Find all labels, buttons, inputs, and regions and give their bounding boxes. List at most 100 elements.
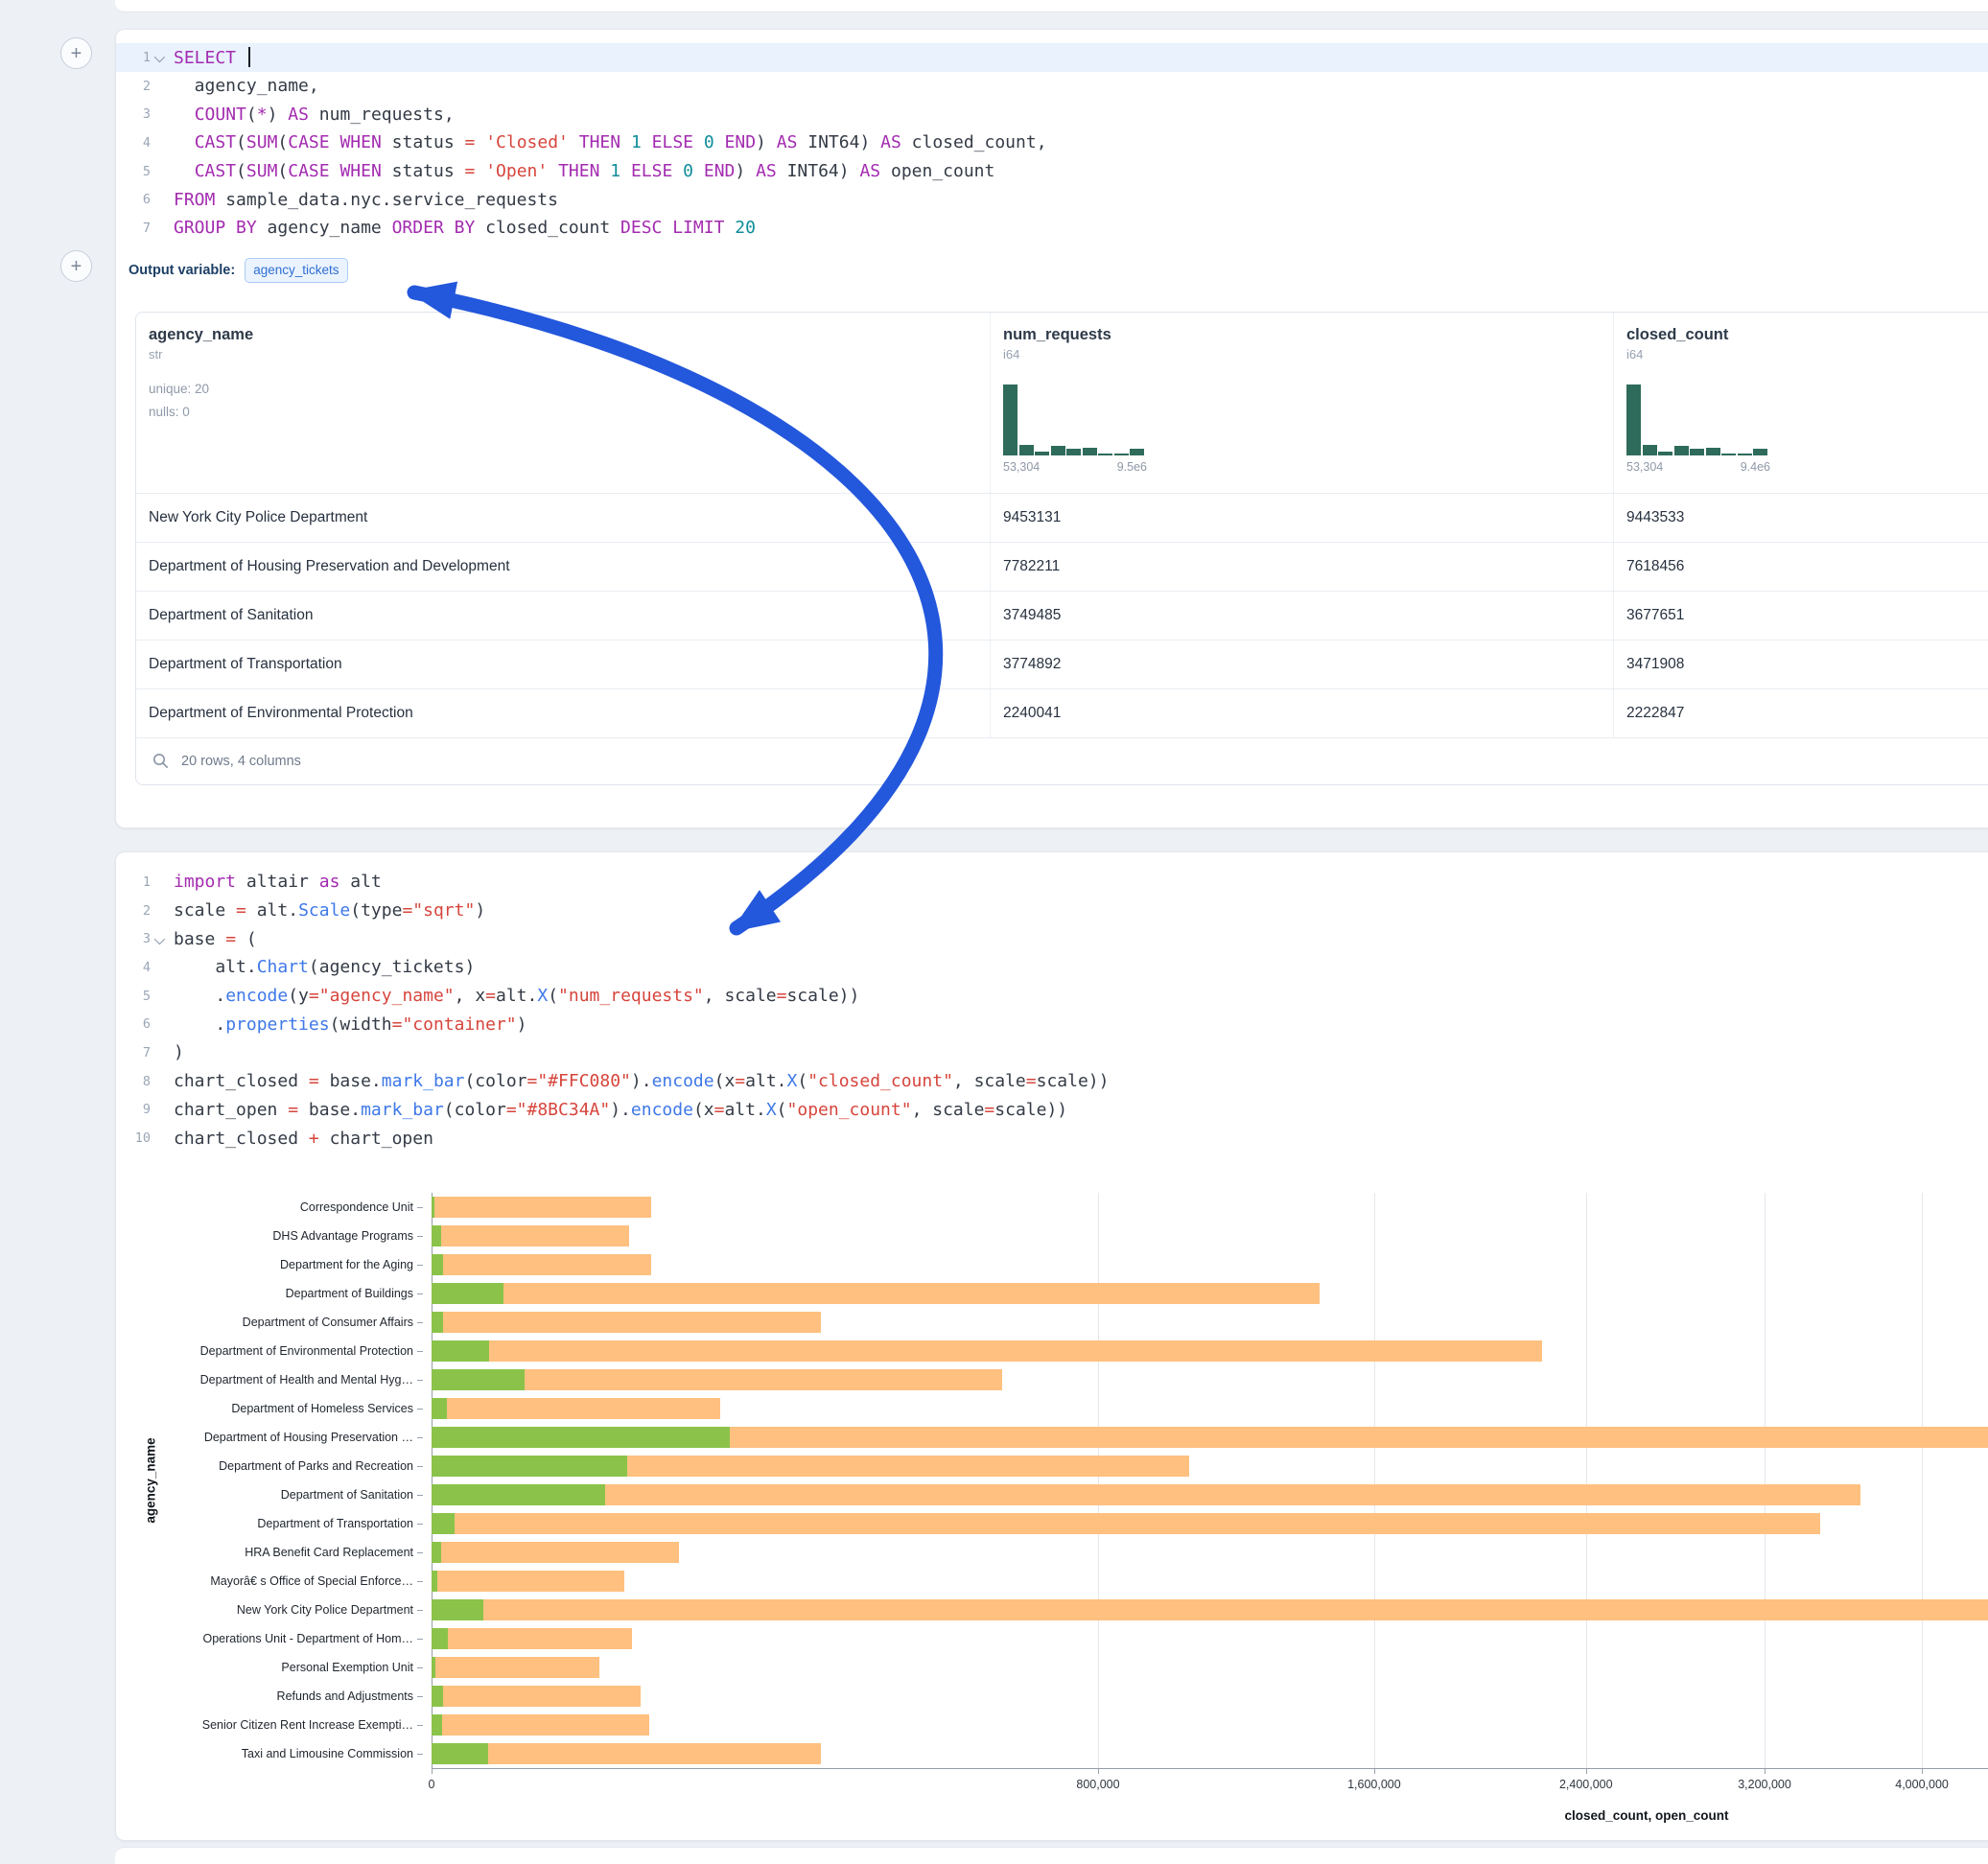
open-bar bbox=[432, 1427, 730, 1448]
output-variable-chip[interactable]: agency_tickets bbox=[245, 258, 347, 283]
notebook-page: + + 1SELECT 2 agency_name,3 COUNT(*) AS … bbox=[0, 0, 1988, 1864]
chart-row: Taxi and Limousine Commission bbox=[116, 1739, 1988, 1768]
line-number: 6 bbox=[116, 192, 151, 207]
add-cell-button[interactable]: + bbox=[60, 250, 92, 282]
code-text: ) bbox=[166, 1042, 184, 1062]
closed-bar bbox=[432, 1340, 1542, 1362]
code-line[interactable]: 4 alt.Chart(agency_tickets) bbox=[116, 953, 1988, 982]
code-line[interactable]: 6 .properties(width="container") bbox=[116, 1010, 1988, 1038]
code-line[interactable]: 7GROUP BY agency_name ORDER BY closed_co… bbox=[116, 214, 1988, 243]
column-type: i64 bbox=[1626, 347, 1988, 361]
line-number: 7 bbox=[116, 221, 151, 236]
table-cell: New York City Police Department bbox=[136, 494, 990, 542]
column-name: closed_count bbox=[1626, 326, 1988, 344]
python-code-editor[interactable]: 1import altair as alt2scale = alt.Scale(… bbox=[116, 852, 1988, 1153]
fold-chevron-icon[interactable] bbox=[151, 929, 166, 949]
y-axis-tick bbox=[417, 1265, 423, 1266]
sql-code-editor[interactable]: 1SELECT 2 agency_name,3 COUNT(*) AS num_… bbox=[116, 30, 1988, 243]
open-bar bbox=[432, 1657, 435, 1678]
y-axis-label: Senior Citizen Rent Increase Exempti… bbox=[116, 1718, 413, 1732]
code-line[interactable]: 5 .encode(y="agency_name", x=alt.X("num_… bbox=[116, 982, 1988, 1011]
x-axis-tick-label: 1,600,000 bbox=[1347, 1778, 1401, 1791]
code-line[interactable]: 2 agency_name, bbox=[116, 72, 1988, 101]
open-bar bbox=[432, 1599, 483, 1620]
y-axis-tick bbox=[417, 1322, 423, 1323]
chart-row: Department of Buildings bbox=[116, 1279, 1988, 1308]
y-axis-label: Department of Health and Mental Hyg… bbox=[116, 1373, 413, 1386]
y-axis-label: Personal Exemption Unit bbox=[116, 1661, 413, 1674]
y-axis-tick bbox=[417, 1610, 423, 1611]
line-number: 9 bbox=[116, 1102, 151, 1117]
code-line[interactable]: 3base = ( bbox=[116, 924, 1988, 953]
table-cell: 3749485 bbox=[990, 592, 1613, 640]
code-text: SELECT bbox=[166, 47, 250, 68]
y-axis-tick bbox=[417, 1351, 423, 1352]
y-axis-label: New York City Police Department bbox=[116, 1603, 413, 1617]
table-cell: 3677651 bbox=[1613, 592, 1988, 640]
y-axis-label: Department of Homeless Services bbox=[116, 1402, 413, 1415]
table-row[interactable]: Department of Environmental Protection 22… bbox=[136, 688, 1988, 737]
code-line[interactable]: 3 COUNT(*) AS num_requests, bbox=[116, 100, 1988, 128]
code-line[interactable]: 7) bbox=[116, 1038, 1988, 1067]
y-axis-label: Department of Housing Preservation … bbox=[116, 1431, 413, 1444]
y-axis-label: Department of Consumer Affairs bbox=[116, 1316, 413, 1329]
line-number: 6 bbox=[116, 1016, 151, 1032]
code-line[interactable]: 6FROM sample_data.nyc.service_requests bbox=[116, 185, 1988, 214]
code-line[interactable]: 9chart_open = base.mark_bar(color="#8BC3… bbox=[116, 1096, 1988, 1125]
code-line[interactable]: 4 CAST(SUM(CASE WHEN status = 'Closed' T… bbox=[116, 128, 1988, 157]
search-icon[interactable] bbox=[152, 753, 169, 769]
histogram-range: 53,3049.5e6 bbox=[1003, 460, 1147, 474]
code-line[interactable]: 10chart_closed + chart_open bbox=[116, 1124, 1988, 1153]
column-type: i64 bbox=[1003, 347, 1613, 361]
y-axis-tick bbox=[417, 1524, 423, 1525]
fold-chevron-icon[interactable] bbox=[151, 47, 166, 67]
table-header: agency_namestrunique: 20nulls: 0num_requ… bbox=[136, 313, 1988, 493]
code-line[interactable]: 1SELECT bbox=[116, 43, 1988, 72]
histogram-range: 53,3049.4e6 bbox=[1626, 460, 1770, 474]
open-bar bbox=[432, 1340, 489, 1362]
python-cell: 1import altair as alt2scale = alt.Scale(… bbox=[115, 851, 1988, 1841]
chart-row: Department of Environmental Protection bbox=[116, 1337, 1988, 1365]
table-cell: 2222847 bbox=[1613, 689, 1988, 737]
closed-bar bbox=[432, 1542, 679, 1563]
closed-bar bbox=[432, 1254, 651, 1275]
code-line[interactable]: 8chart_closed = base.mark_bar(color="#FF… bbox=[116, 1067, 1988, 1096]
closed-bar bbox=[432, 1714, 649, 1736]
y-axis-tick bbox=[417, 1495, 423, 1496]
column-header[interactable]: closed_count i64 53,3049.4e6 bbox=[1613, 313, 1988, 493]
table-row[interactable]: New York City Police Department945313194… bbox=[136, 493, 1988, 542]
open-bar bbox=[432, 1513, 455, 1534]
closed-bar bbox=[432, 1599, 1988, 1620]
next-cell-edge bbox=[115, 1847, 1988, 1864]
y-axis-tick bbox=[417, 1639, 423, 1640]
code-line[interactable]: 2scale = alt.Scale(type="sqrt") bbox=[116, 897, 1988, 925]
code-line[interactable]: 1import altair as alt bbox=[116, 868, 1988, 897]
line-number: 7 bbox=[116, 1045, 151, 1060]
open-bar bbox=[432, 1312, 443, 1333]
chart-row: Correspondence Unit bbox=[116, 1193, 1988, 1222]
y-axis-tick bbox=[417, 1667, 423, 1668]
table-row[interactable]: Department of Transportation377489234719… bbox=[136, 640, 1988, 688]
y-axis-label: Department of Sanitation bbox=[116, 1488, 413, 1502]
table-cell: Department of Environmental Protection bbox=[136, 689, 990, 737]
code-line[interactable]: 5 CAST(SUM(CASE WHEN status = 'Open' THE… bbox=[116, 157, 1988, 186]
table-cell: 9443533 bbox=[1613, 494, 1988, 542]
column-name: agency_name bbox=[149, 326, 990, 344]
y-axis-label: Department of Environmental Protection bbox=[116, 1344, 413, 1358]
column-header[interactable]: num_requestsi6453,3049.5e6 bbox=[990, 313, 1613, 493]
table-row[interactable]: Department of Sanitation37494853677651 bbox=[136, 591, 1988, 640]
chart-row: HRA Benefit Card Replacement bbox=[116, 1538, 1988, 1567]
add-cell-button[interactable]: + bbox=[60, 37, 92, 69]
closed-bar bbox=[432, 1197, 651, 1218]
x-axis-tick-label: 2,400,000 bbox=[1559, 1778, 1613, 1791]
chart-row: Operations Unit - Department of Hom… bbox=[116, 1624, 1988, 1653]
column-header[interactable]: agency_namestrunique: 20nulls: 0 bbox=[136, 313, 990, 493]
code-text: chart_closed + chart_open bbox=[166, 1129, 433, 1149]
closed-bar bbox=[432, 1484, 1860, 1505]
text-cursor bbox=[248, 47, 250, 67]
open-bar bbox=[432, 1743, 488, 1764]
table-row[interactable]: Department of Housing Preservation and D… bbox=[136, 542, 1988, 591]
y-axis-label: Refunds and Adjustments bbox=[116, 1689, 413, 1703]
y-axis-tick bbox=[417, 1725, 423, 1726]
y-axis-label: DHS Advantage Programs bbox=[116, 1229, 413, 1243]
